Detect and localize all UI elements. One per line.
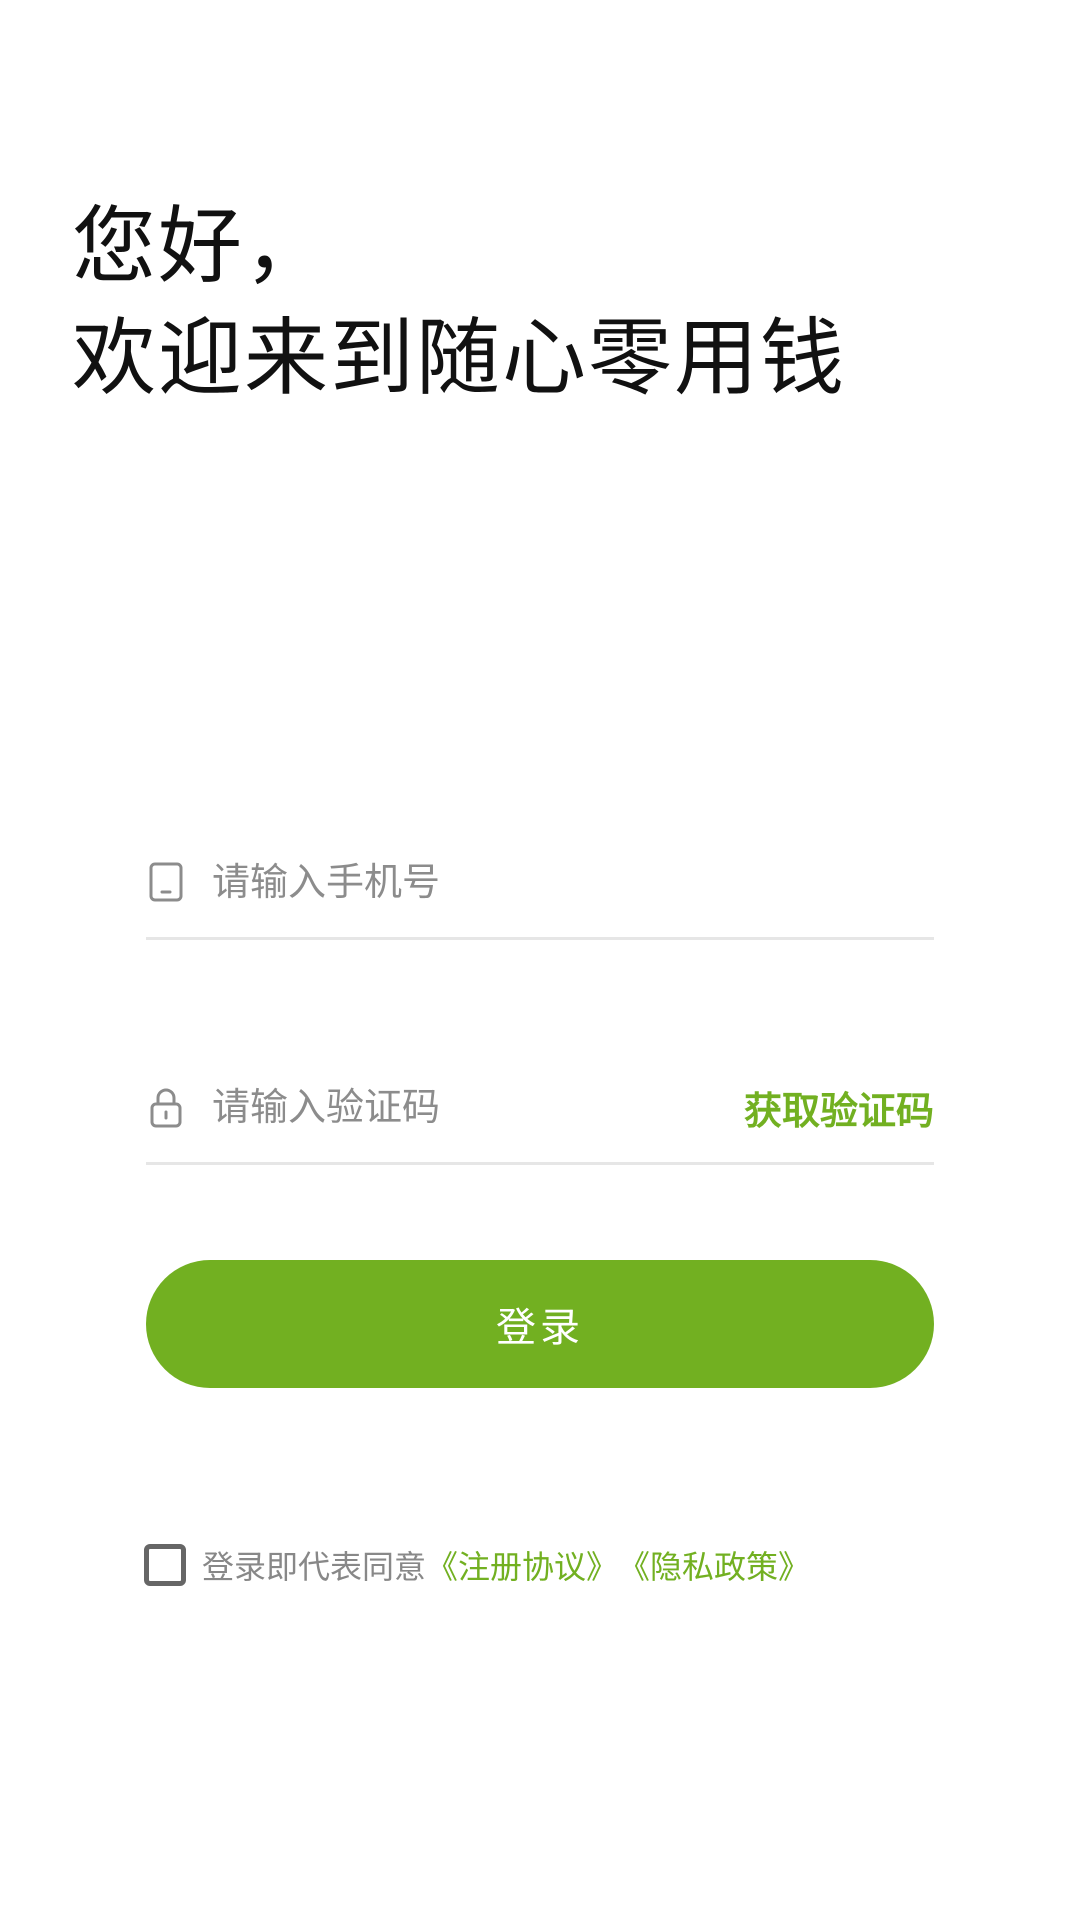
agreement-text: 登录即代表同意: [202, 1548, 427, 1586]
verification-code-input[interactable]: [212, 1077, 744, 1137]
lock-icon: [146, 1087, 186, 1128]
greeting-line-1: 您好，: [72, 197, 331, 295]
code-field: 获取验证码: [146, 1052, 934, 1165]
agreement-row: 登录即代表同意 《注册协议》 《隐私政策》: [144, 1542, 810, 1588]
agreement-checkbox[interactable]: [144, 1544, 186, 1586]
phone-icon: [146, 862, 186, 902]
welcome-heading: 您好， 欢迎来到随心零用钱: [72, 190, 846, 414]
greeting-line-2: 欢迎来到随心零用钱: [72, 309, 847, 407]
phone-field: [146, 827, 934, 940]
get-code-button[interactable]: 获取验证码: [744, 1080, 934, 1135]
login-button[interactable]: 登录: [146, 1260, 934, 1388]
register-agreement-link[interactable]: 《注册协议》: [426, 1542, 618, 1588]
privacy-policy-link[interactable]: 《隐私政策》: [618, 1542, 810, 1588]
phone-input[interactable]: [212, 852, 934, 912]
